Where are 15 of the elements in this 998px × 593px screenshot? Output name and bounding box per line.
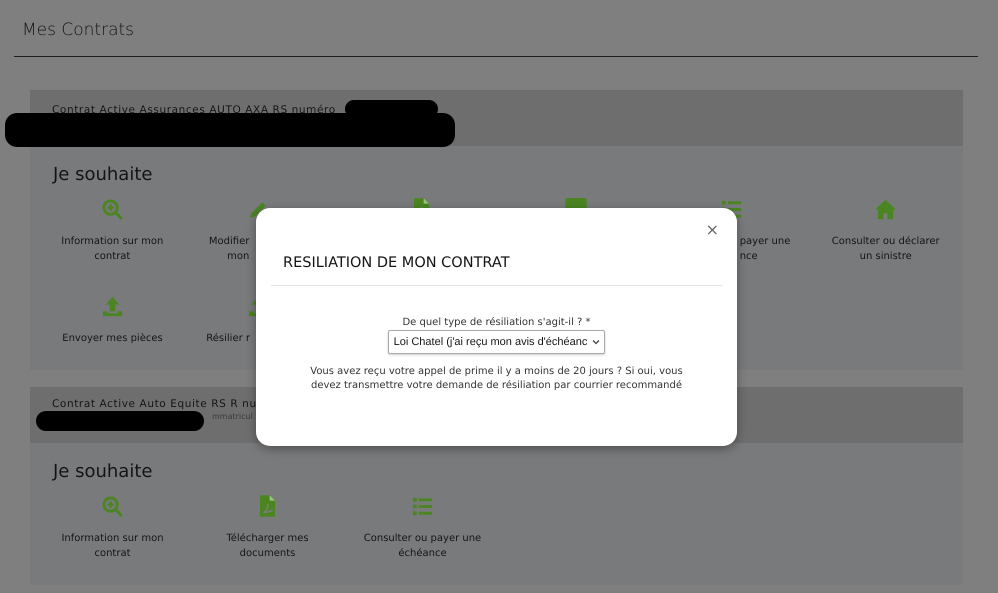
action-link[interactable]: Télécharger mes documents — [226, 531, 309, 561]
action-link[interactable]: Information sur mon contrat — [61, 531, 164, 561]
contract-title: Contrat Active Auto Equite RS R nu — [52, 398, 257, 410]
section-title: Je souhaite — [51, 164, 154, 185]
close-button[interactable]: × — [702, 220, 723, 239]
section-title: Je souhaite — [51, 461, 154, 482]
action-link[interactable]: Consulter ou déclarer un sinistre — [832, 234, 940, 264]
contract-title: Contrat Active Assurances AUTO AXA RS numéro — [52, 104, 336, 116]
select-field[interactable]: Loi Chatel (j'ai reçu mon avis d'échéanc — [388, 330, 606, 354]
field-label: De quel type de résiliation s'agit-il ? * — [402, 317, 591, 328]
info-text: Vous avez reçu votre appel de prime il y a moins de 20 jours ? Si oui, vous devez transmettre votre demande de résiliation par courrier recommandé — [309, 365, 684, 393]
action-link[interactable]: Envoyer mes pièces — [62, 331, 163, 346]
page-title: Mes Contrats — [21, 20, 136, 42]
action-link[interactable]: Information sur mon contrat — [61, 234, 164, 264]
action-link[interactable]: Consulter ou payer une échéance — [364, 531, 482, 561]
